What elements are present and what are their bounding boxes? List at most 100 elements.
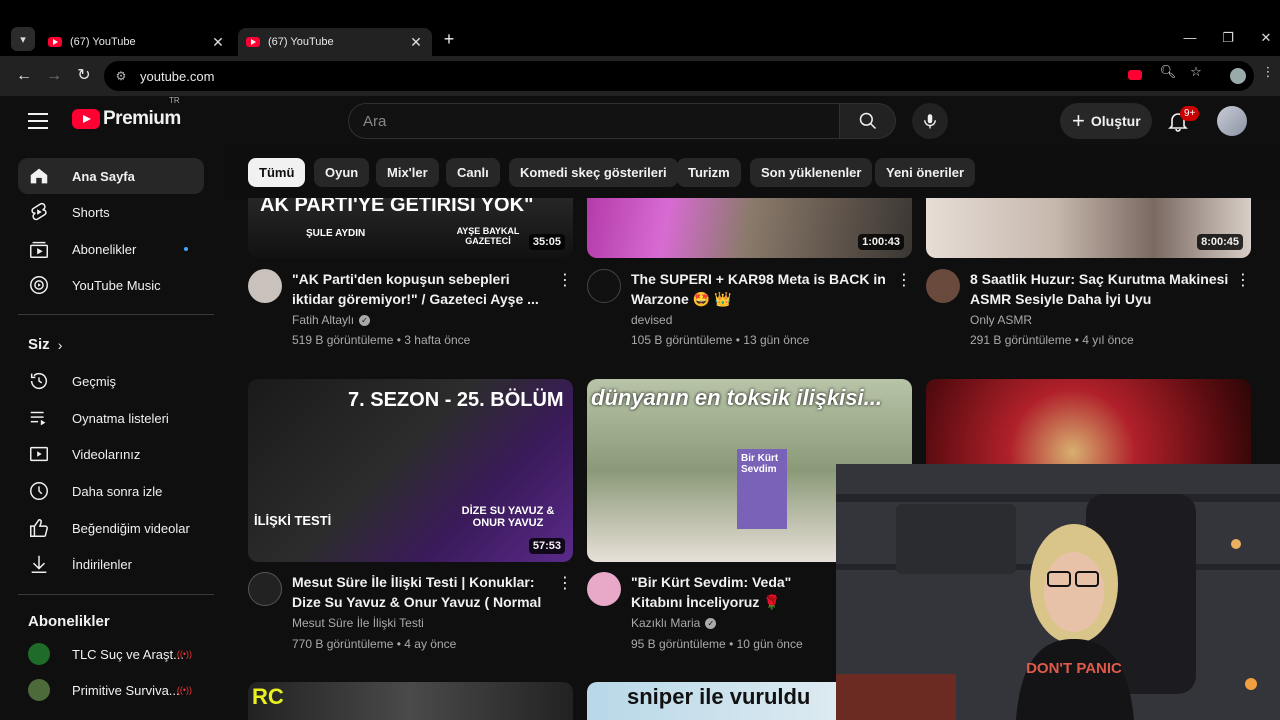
sidebar-item-downloads[interactable]: İndirilenler	[18, 546, 204, 582]
sidebar-sub-channel[interactable]: Primitive Surviva... ((•))	[18, 672, 204, 708]
close-tab-icon[interactable]: ✕	[210, 34, 226, 51]
thumbnail-text: İLİŞKİ TESTİ	[254, 513, 332, 528]
sidebar-item-liked-videos[interactable]: Beğendiğim videolar	[18, 510, 204, 546]
restore-icon[interactable]: ❐	[1218, 30, 1238, 46]
microphone-icon	[924, 114, 936, 129]
search-input[interactable]	[363, 112, 839, 130]
forward-arrow-icon[interactable]: →	[42, 64, 66, 88]
video-duration: 8:00:45	[1197, 234, 1243, 250]
video-title[interactable]: 8 Saatlik Huzur: Saç Kurutma Makinesi AS…	[970, 269, 1232, 309]
youtube-extension-icon[interactable]	[1128, 70, 1142, 80]
tab-search-chevron-icon[interactable]: ▾	[11, 27, 35, 51]
search-button[interactable]	[840, 103, 896, 139]
video-title[interactable]: Mesut Süre İle İlişki Testi | Konuklar: …	[292, 572, 554, 612]
sidebar-item-label: Oynatma listeleri	[72, 410, 169, 426]
video-title[interactable]: "Bir Kürt Sevdim: Veda" Kitabını İnceliy…	[631, 572, 841, 612]
shorts-icon	[28, 201, 50, 223]
sidebar-item-youtube-music[interactable]: YouTube Music	[18, 267, 204, 303]
chip-gaming[interactable]: Oyun	[314, 158, 370, 187]
voice-search-button[interactable]	[912, 103, 948, 139]
sidebar-section-you[interactable]: Siz ›	[28, 336, 62, 353]
back-arrow-icon[interactable]: ←	[12, 64, 36, 88]
browser-profile-icon[interactable]	[1230, 68, 1246, 84]
sidebar-item-subscriptions[interactable]: Abonelikler	[18, 231, 204, 267]
browser-tab-2[interactable]: (67) YouTube ✕	[238, 28, 432, 56]
sidebar-item-label: Daha sonra izle	[72, 483, 163, 499]
site-info-icon[interactable]: ⚙	[114, 69, 128, 83]
more-actions-icon[interactable]: ⋮	[1235, 270, 1251, 290]
channel-avatar	[28, 643, 50, 665]
channel-name-text: Kazıklı Maria	[631, 616, 701, 630]
video-title[interactable]: "AK Parti'den kopuşun sebepleri iktidar …	[292, 269, 554, 309]
channel-avatar[interactable]	[248, 269, 282, 303]
filter-chips-bar: Tümü Oyun Mix'ler Canlı Komedi skeç göst…	[230, 146, 1280, 198]
zoom-icon[interactable]: 🔍︎	[1158, 64, 1178, 80]
youtube-logo-icon	[72, 109, 100, 129]
sidebar-item-playlists[interactable]: Oynatma listeleri	[18, 400, 204, 436]
browser-tabstrip: ▾ (67) YouTube ✕ (67) YouTube ✕ + — ❐ ✕	[0, 0, 1280, 56]
thumbs-up-icon	[28, 517, 50, 539]
chip-recently-uploaded[interactable]: Son yüklenenler	[750, 158, 873, 187]
thumbnail-text: sniper ile vuruldu	[627, 684, 811, 709]
sidebar-item-home[interactable]: Ana Sayfa	[18, 158, 204, 194]
video-thumbnail[interactable]: RC	[248, 682, 573, 720]
video-duration: 1:00:43	[858, 234, 904, 250]
sidebar-item-shorts[interactable]: Shorts	[18, 194, 204, 230]
chip-all[interactable]: Tümü	[248, 158, 306, 187]
reload-icon[interactable]: ↻	[72, 64, 96, 88]
logo-text: Premium	[103, 108, 181, 129]
sidebar-item-label: Primitive Surviva...	[72, 682, 180, 698]
channel-name[interactable]: Only ASMR	[970, 313, 1032, 327]
channel-name[interactable]: Mesut Süre İle İlişki Testi	[292, 616, 424, 630]
sidebar-item-history[interactable]: Geçmiş	[18, 363, 204, 399]
close-tab-icon[interactable]: ✕	[408, 34, 424, 51]
channel-avatar[interactable]	[926, 269, 960, 303]
youtube-favicon-icon	[246, 37, 260, 47]
account-avatar[interactable]	[1217, 106, 1247, 136]
video-thumbnail[interactable]: 8:00:45	[926, 198, 1251, 258]
channel-name-text: Only ASMR	[970, 313, 1033, 327]
menu-icon[interactable]	[28, 113, 48, 134]
chip-comedy[interactable]: Komedi skeç gösterileri	[509, 158, 678, 187]
sidebar-sub-channel[interactable]: TLC Suç ve Araşt... ((•))	[18, 636, 204, 672]
create-button[interactable]: + Oluştur	[1060, 103, 1152, 139]
channel-avatar[interactable]	[587, 572, 621, 606]
sidebar-item-watch-later[interactable]: Daha sonra izle	[18, 473, 204, 509]
chip-live[interactable]: Canlı	[446, 158, 500, 187]
browser-menu-icon[interactable]: ⋮	[1258, 64, 1278, 80]
video-thumbnail[interactable]: AK PARTİ'YE GETİRİSİ YOK" ŞULE AYDIN AYŞ…	[248, 198, 573, 258]
more-actions-icon[interactable]: ⋮	[557, 573, 573, 593]
channel-name[interactable]: devised	[631, 313, 672, 327]
video-duration: 57:53	[528, 538, 565, 554]
chip-tourism[interactable]: Turizm	[677, 158, 741, 187]
youtube-premium-logo[interactable]: Premium	[72, 108, 181, 130]
video-meta: 770 B görüntüleme • 4 ay önce	[292, 637, 457, 651]
browser-tab-1[interactable]: (67) YouTube ✕	[40, 28, 234, 56]
chip-mixes[interactable]: Mix'ler	[376, 158, 439, 187]
channel-name[interactable]: Kazıklı Maria ✓	[631, 616, 717, 630]
live-icon: ((•))	[176, 649, 192, 659]
more-actions-icon[interactable]: ⋮	[896, 270, 912, 290]
thumbnail-text: dünyanın en toksik ilişkisi...	[591, 385, 882, 410]
channel-name-text: devised	[631, 313, 673, 327]
close-window-icon[interactable]: ✕	[1256, 30, 1276, 46]
minimize-icon[interactable]: —	[1180, 30, 1200, 45]
new-tab-plus-icon[interactable]: +	[440, 28, 458, 50]
url-text: youtube.com	[140, 68, 215, 84]
sidebar-item-your-videos[interactable]: Videolarınız	[18, 436, 204, 472]
chip-new-to-you[interactable]: Yeni öneriler	[875, 158, 976, 187]
bookmark-star-icon[interactable]: ☆	[1186, 64, 1206, 80]
history-icon	[28, 370, 50, 392]
create-label: Oluştur	[1090, 113, 1141, 129]
channel-avatar[interactable]	[587, 269, 621, 303]
channel-name[interactable]: Fatih Altaylı ✓	[292, 313, 371, 327]
video-title[interactable]: The SUPERI + KAR98 Meta is BACK in Warzo…	[631, 269, 893, 309]
video-thumbnail[interactable]: 7. SEZON - 25. BÖLÜM İLİŞKİ TESTİ DİZE S…	[248, 379, 573, 562]
address-bar[interactable]: ⚙ youtube.com	[104, 61, 1254, 91]
sidebar-item-label: TLC Suç ve Araşt...	[72, 646, 184, 662]
channel-avatar	[28, 679, 50, 701]
more-actions-icon[interactable]: ⋮	[557, 270, 573, 290]
video-thumbnail[interactable]: 1:00:43	[587, 198, 912, 258]
channel-avatar[interactable]	[248, 572, 282, 606]
clock-icon	[28, 480, 50, 502]
